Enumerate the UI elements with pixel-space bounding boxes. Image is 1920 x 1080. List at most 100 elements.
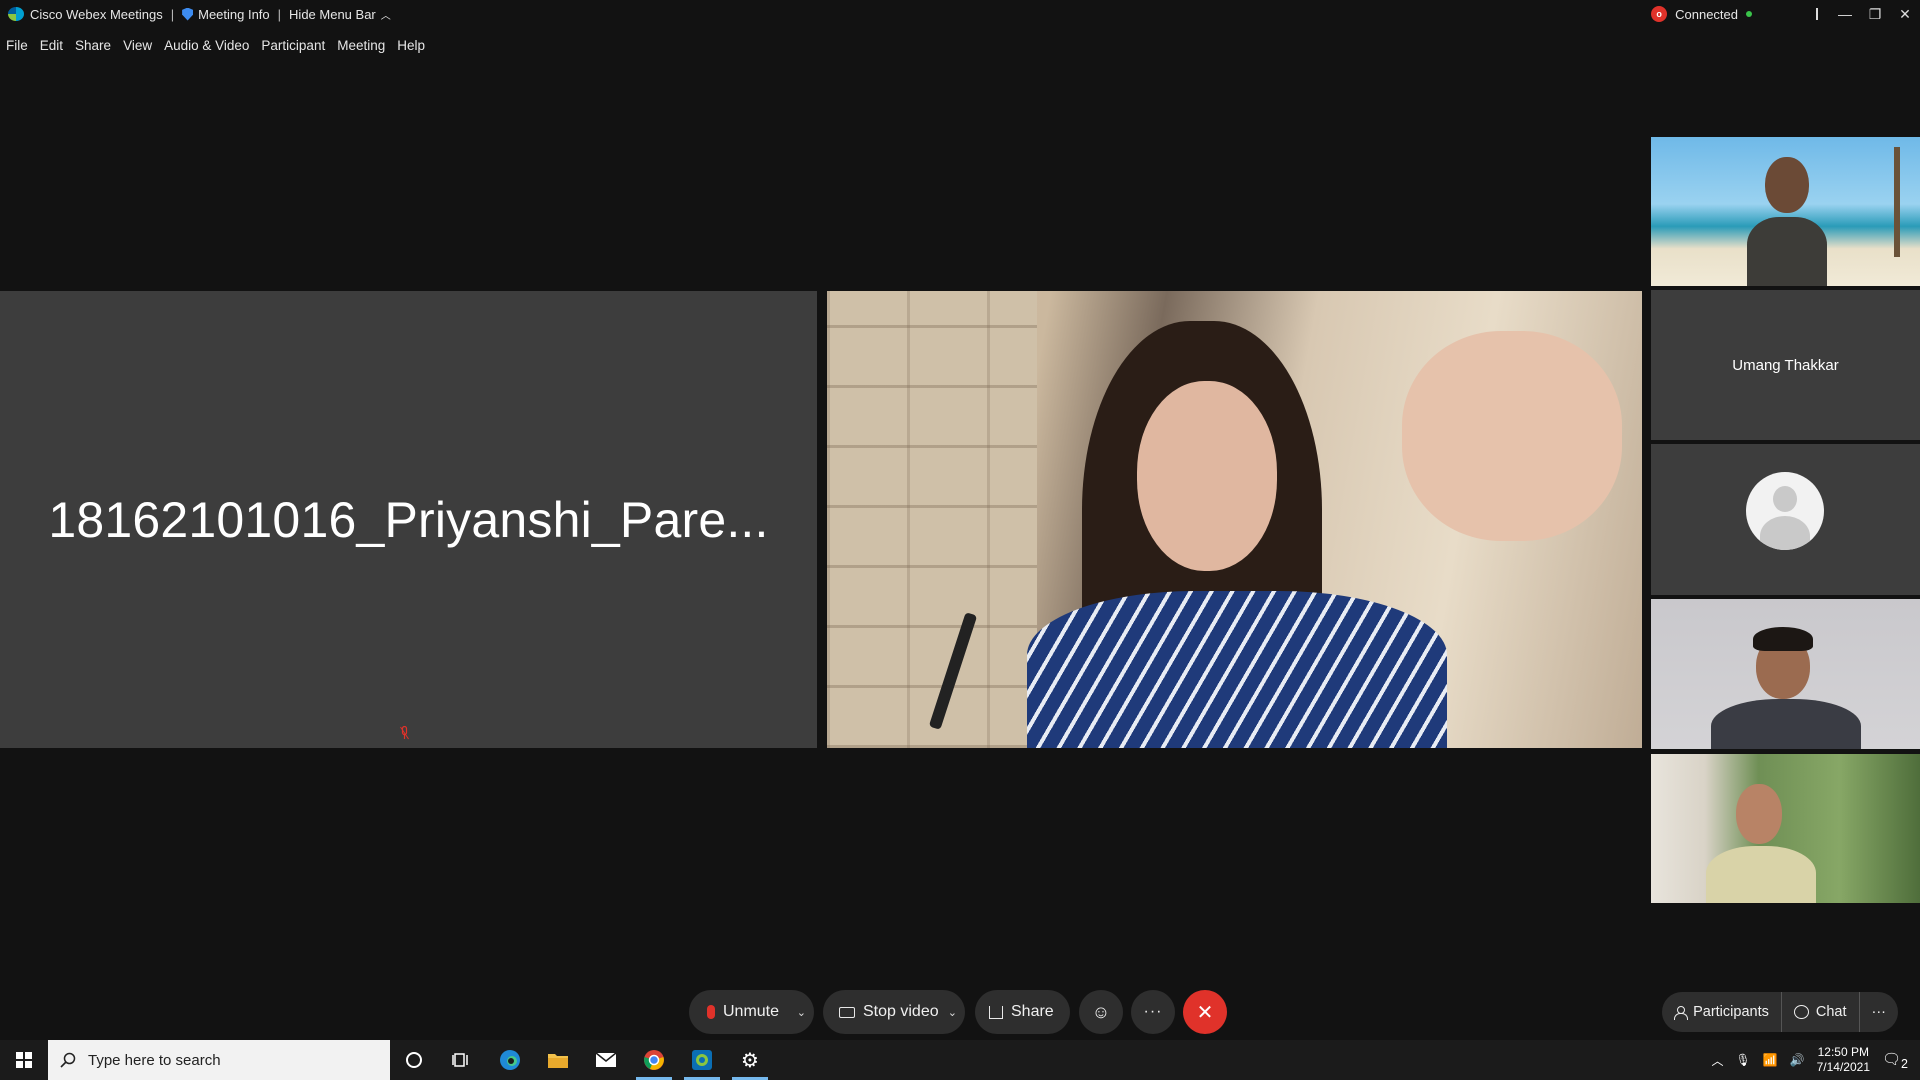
taskbar-settings[interactable]: ⚙ <box>726 1040 774 1080</box>
start-button[interactable] <box>0 1040 48 1080</box>
chevron-up-icon: ︿ <box>380 10 391 22</box>
meeting-controls: Unmute ⌄ Stop video ⌄ Share ☺ ··· ✕ Part… <box>0 990 1920 1034</box>
share-label: Share <box>1011 1003 1054 1020</box>
hide-menu-bar-button[interactable]: Hide Menu Bar ︿ <box>289 7 391 22</box>
video-person-hair <box>1753 627 1813 651</box>
search-placeholder: Type here to search <box>88 1051 221 1069</box>
gear-icon: ⚙ <box>741 1049 759 1072</box>
menu-audio-video[interactable]: Audio & Video <box>164 38 249 53</box>
unmute-button[interactable]: Unmute ⌄ <box>689 990 814 1034</box>
reactions-button[interactable]: ☺ <box>1079 990 1123 1034</box>
more-options-button[interactable]: ··· <box>1131 990 1175 1034</box>
menu-help[interactable]: Help <box>397 38 425 53</box>
participant-thumbnail[interactable] <box>1651 754 1920 903</box>
video-person <box>1706 846 1816 903</box>
mail-icon <box>595 1052 617 1067</box>
meeting-info-label: Meeting Info <box>198 6 270 22</box>
app-title: Cisco Webex Meetings <box>0 7 163 22</box>
folder-icon <box>548 1054 568 1068</box>
hide-menu-bar-label: Hide Menu Bar <box>289 6 376 22</box>
muted-mic-icon <box>707 1005 715 1019</box>
leave-meeting-button[interactable]: ✕ <box>1183 990 1227 1034</box>
close-icon[interactable]: ✕ <box>1890 0 1920 28</box>
menu-meeting[interactable]: Meeting <box>337 38 385 53</box>
taskbar-mail[interactable] <box>582 1040 630 1080</box>
participant-name: Umang Thakkar <box>1732 356 1839 374</box>
participant-thumbnail[interactable]: Umang Thakkar <box>1651 290 1920 440</box>
unmute-label: Unmute <box>723 1003 780 1020</box>
chrome-icon <box>644 1050 664 1070</box>
taskbar-file-explorer[interactable] <box>534 1040 582 1080</box>
webex-logo-icon <box>8 7 24 21</box>
menu-view[interactable]: View <box>123 38 152 53</box>
chevron-up-icon[interactable]: ︿ <box>1711 1052 1723 1069</box>
clock[interactable]: 12:50 PM 7/14/2021 <box>1817 1045 1870 1075</box>
title-bar: Cisco Webex Meetings | Meeting Info | Hi… <box>0 0 1920 28</box>
participants-button[interactable]: Participants <box>1662 992 1781 1032</box>
participant-name: 18162101016_Priyanshi_Pare... <box>48 492 769 548</box>
share-icon <box>989 1005 1003 1019</box>
notification-icon[interactable]: 🗨2 <box>1882 1050 1908 1071</box>
edge-browser-icon <box>500 1050 520 1070</box>
cortana-icon <box>406 1052 422 1068</box>
chat-icon <box>1793 1005 1809 1019</box>
share-button[interactable]: Share <box>975 990 1070 1034</box>
avatar-placeholder-icon <box>1746 472 1824 550</box>
more-panels-button[interactable]: ··· <box>1860 992 1899 1032</box>
menu-share[interactable]: Share <box>75 38 111 53</box>
video-person-shirt <box>1027 591 1447 748</box>
clock-date: 7/14/2021 <box>1816 1060 1870 1074</box>
smiley-icon: ☺ <box>1091 1001 1111 1022</box>
wifi-icon[interactable]: 📶 <box>1763 1053 1778 1067</box>
title-separator: | <box>170 6 175 22</box>
video-person <box>1711 699 1861 749</box>
taskbar-search[interactable]: Type here to search <box>48 1040 390 1080</box>
divider <box>1816 8 1818 20</box>
stop-video-button[interactable]: Stop video ⌄ <box>823 990 965 1034</box>
video-background <box>827 291 1037 748</box>
app-name: Cisco Webex Meetings <box>30 6 163 22</box>
notification-count: 2 <box>1901 1056 1908 1071</box>
connection-status[interactable]: o Connected <box>1651 6 1752 22</box>
microphone-icon[interactable]: 🎙 <box>1735 1053 1750 1067</box>
task-view-icon <box>452 1053 468 1067</box>
video-hand <box>1402 331 1622 541</box>
recording-dot-icon: o <box>1651 6 1668 22</box>
participant-thumbnail[interactable] <box>1651 599 1920 749</box>
camera-icon <box>839 1006 855 1018</box>
menu-participant[interactable]: Participant <box>261 38 325 53</box>
task-view-button[interactable] <box>438 1040 486 1080</box>
video-person-face <box>1736 784 1782 844</box>
search-icon <box>60 1052 76 1068</box>
taskbar-edge[interactable] <box>486 1040 534 1080</box>
stop-video-label: Stop video <box>863 1003 939 1020</box>
system-tray: ︿ 🎙 📶 🔊 12:50 PM 7/14/2021 🗨2 <box>1711 1040 1920 1080</box>
video-person <box>1747 157 1827 286</box>
video-person-face <box>1137 381 1277 571</box>
taskbar-webex[interactable] <box>678 1040 726 1080</box>
minimize-icon[interactable]: — <box>1830 0 1860 28</box>
volume-icon[interactable]: 🔊 <box>1790 1053 1805 1067</box>
taskbar: Type here to search ⚙ ︿ 🎙 📶 🔊 12:50 PM 7… <box>0 1040 1920 1080</box>
menu-file[interactable]: File <box>6 38 28 53</box>
cortana-button[interactable] <box>390 1040 438 1080</box>
restore-icon[interactable]: ❐ <box>1860 0 1890 28</box>
participant-thumbnail[interactable] <box>1651 137 1920 286</box>
participant-tile-left[interactable]: 18162101016_Priyanshi_Pare... <box>0 291 817 748</box>
muted-mic-icon <box>400 726 409 740</box>
status-indicator-icon <box>1746 11 1752 17</box>
meeting-info-button[interactable]: Meeting Info <box>182 7 270 22</box>
menu-edit[interactable]: Edit <box>40 38 63 53</box>
menu-bar: File Edit Share View Audio & Video Parti… <box>0 34 425 56</box>
taskbar-chrome[interactable] <box>630 1040 678 1080</box>
chevron-down-icon[interactable]: ⌄ <box>797 1006 806 1019</box>
chat-button[interactable]: Chat <box>1782 992 1859 1032</box>
windows-logo-icon <box>16 1052 32 1068</box>
chat-label: Chat <box>1815 1004 1847 1020</box>
active-speaker-video[interactable] <box>827 291 1642 748</box>
participants-label: Participants <box>1693 1004 1769 1020</box>
video-background <box>1894 147 1900 257</box>
clock-time: 12:50 PM <box>1817 1045 1869 1059</box>
participant-thumbnail[interactable] <box>1651 444 1920 595</box>
chevron-down-icon[interactable]: ⌄ <box>948 1006 957 1019</box>
